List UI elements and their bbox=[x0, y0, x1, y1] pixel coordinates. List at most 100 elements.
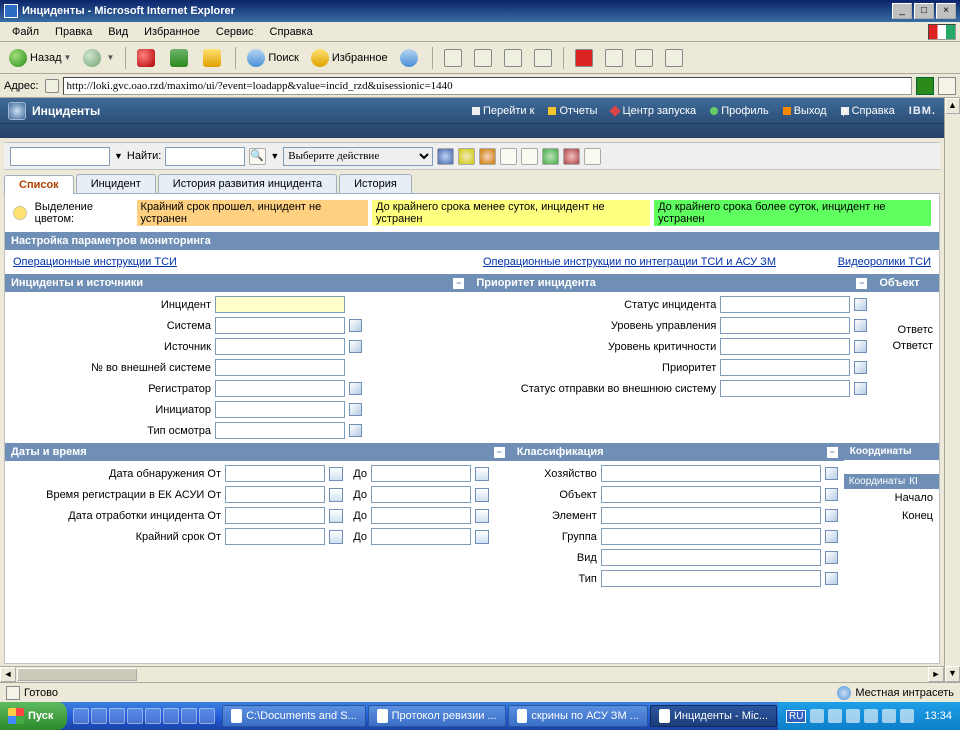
nav-search-button[interactable]: Поиск bbox=[242, 46, 303, 70]
inp-registrar[interactable] bbox=[215, 380, 345, 397]
taskbar-button[interactable]: C:\Documents and S... bbox=[222, 705, 365, 727]
pick-economy-icon[interactable] bbox=[825, 467, 838, 480]
inp-extnum[interactable] bbox=[215, 359, 345, 376]
inp-reg-from[interactable] bbox=[225, 486, 325, 503]
collapse-icon[interactable]: − bbox=[494, 447, 505, 458]
tab-history[interactable]: История bbox=[339, 174, 412, 193]
pick-kind-icon[interactable] bbox=[825, 551, 838, 564]
scroll-right-icon[interactable]: ► bbox=[928, 667, 944, 682]
link-reports[interactable]: Отчеты bbox=[548, 105, 597, 117]
inp-priority[interactable] bbox=[720, 359, 850, 376]
tray-icon[interactable] bbox=[900, 709, 914, 723]
nav-ext3-button[interactable] bbox=[630, 46, 658, 70]
tray-icon[interactable] bbox=[846, 709, 860, 723]
inp-deadline-to[interactable] bbox=[371, 528, 471, 545]
inp-proc-to[interactable] bbox=[371, 507, 471, 524]
ql-icon[interactable] bbox=[199, 708, 215, 724]
nav-stop-button[interactable] bbox=[132, 46, 163, 70]
links-button[interactable] bbox=[938, 77, 956, 95]
vertical-scrollbar[interactable]: ▲ ▼ bbox=[944, 98, 960, 682]
ql-icon[interactable] bbox=[91, 708, 107, 724]
help-icon[interactable] bbox=[13, 206, 27, 220]
link-startcenter[interactable]: Центр запуска bbox=[611, 105, 696, 117]
inp-sendstatus[interactable] bbox=[720, 380, 850, 397]
cal-icon[interactable] bbox=[329, 509, 343, 523]
inp-economy[interactable] bbox=[601, 465, 821, 482]
link-help[interactable]: ?Справка bbox=[841, 105, 895, 117]
nav-refresh-button[interactable] bbox=[165, 46, 196, 70]
nav-ext4-button[interactable] bbox=[660, 46, 688, 70]
cal-icon[interactable] bbox=[329, 467, 343, 481]
pick-system-icon[interactable] bbox=[349, 319, 362, 332]
cal-icon[interactable] bbox=[475, 467, 489, 481]
inp-reg-to[interactable] bbox=[371, 486, 471, 503]
tb-prev-icon[interactable] bbox=[500, 148, 517, 165]
nav-favorites-button[interactable]: Избранное bbox=[306, 46, 393, 70]
ql-icon[interactable] bbox=[145, 708, 161, 724]
nav-edit-button[interactable] bbox=[499, 46, 527, 70]
tb-next-icon[interactable] bbox=[521, 148, 538, 165]
tb-attach-icon[interactable] bbox=[584, 148, 601, 165]
link-signout[interactable]: Выход bbox=[783, 105, 827, 117]
tab-history-dev[interactable]: История развития инцидента bbox=[158, 174, 337, 193]
ql-icon[interactable] bbox=[73, 708, 89, 724]
inp-insptype[interactable] bbox=[215, 422, 345, 439]
pick-type-icon[interactable] bbox=[825, 572, 838, 585]
menu-help[interactable]: Справка bbox=[262, 24, 321, 40]
scroll-left-icon[interactable]: ◄ bbox=[0, 667, 16, 682]
inp-type[interactable] bbox=[601, 570, 821, 587]
inp-crit[interactable] bbox=[720, 338, 850, 355]
menu-edit[interactable]: Правка bbox=[47, 24, 100, 40]
inp-system[interactable] bbox=[215, 317, 345, 334]
collapse-icon[interactable]: − bbox=[827, 447, 838, 458]
tray-icon[interactable] bbox=[828, 709, 842, 723]
scroll-up-icon[interactable]: ▲ bbox=[945, 98, 960, 114]
tb-clear-icon[interactable] bbox=[479, 148, 496, 165]
collapse-icon[interactable]: − bbox=[856, 278, 867, 289]
link-videos[interactable]: Видеоролики ТСИ bbox=[838, 256, 931, 268]
close-button[interactable]: × bbox=[936, 3, 956, 19]
pick-status-icon[interactable] bbox=[854, 298, 867, 311]
inp-incident[interactable] bbox=[215, 296, 345, 313]
collapse-icon[interactable]: − bbox=[453, 278, 464, 289]
find-input[interactable] bbox=[165, 147, 245, 166]
nav-discuss-button[interactable] bbox=[529, 46, 557, 70]
inp-proc-from[interactable] bbox=[225, 507, 325, 524]
scroll-down-icon[interactable]: ▼ bbox=[945, 666, 960, 682]
ql-icon[interactable] bbox=[127, 708, 143, 724]
cal-icon[interactable] bbox=[475, 509, 489, 523]
cal-icon[interactable] bbox=[329, 488, 343, 502]
inp-element[interactable] bbox=[601, 507, 821, 524]
lang-indicator[interactable]: RU bbox=[786, 710, 806, 723]
cal-icon[interactable] bbox=[475, 488, 489, 502]
pick-insptype-icon[interactable] bbox=[349, 424, 362, 437]
pick-object-icon[interactable] bbox=[825, 488, 838, 501]
minimize-button[interactable]: _ bbox=[892, 3, 912, 19]
start-button[interactable]: Пуск bbox=[0, 702, 67, 730]
taskbar-button-active[interactable]: Инциденты - Mic... bbox=[650, 705, 777, 727]
link-instr-tsi[interactable]: Операционные инструкции ТСИ bbox=[13, 256, 483, 268]
tb-route-icon[interactable] bbox=[542, 148, 559, 165]
taskbar-button[interactable]: Протокол ревизии ... bbox=[368, 705, 506, 727]
pick-initiator-icon[interactable] bbox=[349, 403, 362, 416]
nav-history-button[interactable] bbox=[395, 46, 426, 70]
menu-fav[interactable]: Избранное bbox=[136, 24, 208, 40]
ql-icon[interactable] bbox=[109, 708, 125, 724]
nav-home-button[interactable] bbox=[198, 46, 229, 70]
link-goto[interactable]: Перейти к bbox=[472, 105, 534, 117]
find-go-icon[interactable]: 🔍 bbox=[249, 148, 266, 165]
pick-crit-icon[interactable] bbox=[854, 340, 867, 353]
link-profile[interactable]: Профиль bbox=[710, 105, 769, 117]
maximize-button[interactable]: □ bbox=[914, 3, 934, 19]
pick-source-icon[interactable] bbox=[349, 340, 362, 353]
clock[interactable]: 13:34 bbox=[924, 710, 952, 722]
quick-search-input[interactable] bbox=[10, 147, 110, 166]
pick-mgmt-icon[interactable] bbox=[854, 319, 867, 332]
cal-icon[interactable] bbox=[475, 530, 489, 544]
cal-icon[interactable] bbox=[329, 530, 343, 544]
inp-group[interactable] bbox=[601, 528, 821, 545]
nav-mail-button[interactable] bbox=[439, 46, 467, 70]
menu-view[interactable]: Вид bbox=[100, 24, 136, 40]
inp-initiator[interactable] bbox=[215, 401, 345, 418]
nav-forward-button[interactable] bbox=[78, 46, 119, 70]
